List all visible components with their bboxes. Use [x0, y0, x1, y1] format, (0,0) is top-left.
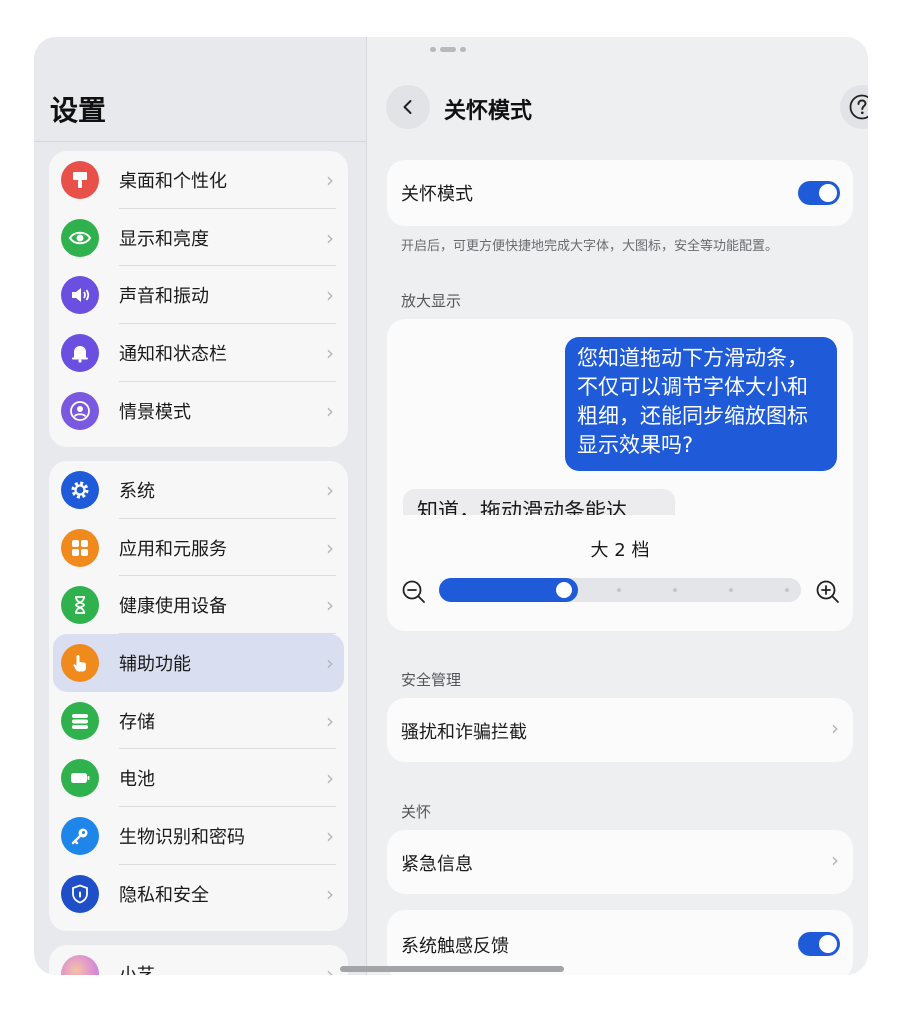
security-section-header: 安全管理	[401, 671, 462, 689]
care-mode-toggle[interactable]	[798, 181, 840, 205]
speaker-icon	[61, 276, 99, 315]
chevron-right-icon: ›	[326, 823, 334, 848]
chevron-right-icon: ›	[326, 167, 334, 192]
chevron-right-icon: ›	[326, 477, 334, 502]
shield-icon	[61, 874, 99, 913]
harass-intercept-row[interactable]: 骚扰和诈骗拦截 ›	[387, 698, 853, 762]
zoom-section-header: 放大显示	[401, 292, 462, 310]
sidebar-item-label: 小艺	[119, 961, 155, 975]
slider-tick	[729, 588, 733, 592]
preview-question-bubble: 您知道拖动下方滑动条，不仅可以调节字体大小和粗细，还能同步缩放图标显示效果吗?	[565, 337, 837, 471]
sidebar-item-system[interactable]: 系统 ›	[49, 461, 348, 519]
sidebar-item-desktop[interactable]: 桌面和个性化 ›	[49, 151, 348, 209]
sidebar-item-label: 健康使用设备	[119, 596, 227, 618]
back-button[interactable]	[386, 85, 430, 129]
sidebar-item-sound[interactable]: 声音和振动 ›	[49, 266, 348, 325]
zoom-preview-card: 您知道拖动下方滑动条，不仅可以调节字体大小和粗细，还能同步缩放图标显示效果吗? …	[387, 319, 853, 631]
sidebar-item-health-use[interactable]: 健康使用设备 ›	[49, 576, 348, 635]
home-indicator[interactable]	[340, 966, 564, 972]
help-button[interactable]	[840, 85, 868, 129]
chevron-right-icon: ›	[326, 593, 334, 618]
chevron-right-icon: ›	[326, 650, 334, 675]
care-mode-note: 开启后，可更方便快捷地完成大字体，大图标，安全等功能配置。	[401, 239, 779, 254]
gear-icon	[61, 470, 99, 509]
sidebar-item-label: 情景模式	[119, 401, 191, 423]
sidebar-item-privacy[interactable]: 隐私和安全 ›	[49, 865, 348, 923]
sidebar-item-label: 桌面和个性化	[119, 170, 227, 192]
sidebar-item-label: 声音和振动	[119, 286, 209, 308]
apps-grid-icon	[61, 528, 99, 567]
scene-icon	[61, 391, 99, 430]
chevron-right-icon: ›	[326, 961, 334, 975]
sidebar-item-label: 应用和元服务	[119, 538, 227, 560]
sidebar-title-divider	[34, 141, 366, 142]
emergency-info-row[interactable]: 紧急信息 ›	[387, 830, 853, 894]
eye-icon	[61, 218, 99, 257]
zoom-level-label: 大 2 档	[590, 540, 650, 561]
sidebar-item-display[interactable]: 显示和亮度 ›	[49, 209, 348, 267]
chevron-right-icon: ›	[326, 283, 334, 308]
sidebar-item-label: 隐私和安全	[119, 884, 209, 906]
storage-icon	[61, 701, 99, 740]
settings-group-assistant: 小艺 ›	[49, 945, 348, 975]
chevron-right-icon: ›	[326, 398, 334, 423]
slider-tick	[785, 588, 789, 592]
care-section-header: 关怀	[401, 803, 432, 821]
bell-icon	[61, 333, 99, 372]
sidebar-item-battery[interactable]: 电池 ›	[49, 749, 348, 808]
sidebar-item-label: 电池	[119, 769, 155, 791]
hourglass-icon	[61, 586, 99, 625]
chevron-right-icon: ›	[831, 716, 839, 740]
sidebar-item-label: 通知和状态栏	[119, 343, 227, 365]
sidebar-item-label: 显示和亮度	[119, 228, 209, 250]
zoom-slider[interactable]	[439, 578, 801, 602]
chevron-right-icon: ›	[326, 766, 334, 791]
slider-tick	[673, 588, 677, 592]
sidebar-item-apps[interactable]: 应用和元服务 ›	[49, 519, 348, 577]
page-title: 关怀模式	[444, 99, 533, 124]
sidebar-item-storage[interactable]: 存储 ›	[49, 692, 348, 750]
chevron-right-icon: ›	[326, 881, 334, 906]
settings-sidebar: 设置 桌面和个性化 › 显示和亮度 › 声音和振动 › 通知和状态栏 › 情景模…	[34, 37, 366, 975]
slider-tick	[617, 588, 621, 592]
sidebar-item-accessibility[interactable]: 辅助功能 ›	[53, 634, 344, 692]
sidebar-item-label: 系统	[119, 480, 155, 502]
settings-group-personal: 桌面和个性化 › 显示和亮度 › 声音和振动 › 通知和状态栏 › 情景模式 ›	[49, 151, 348, 447]
zoom-in-icon[interactable]	[815, 579, 841, 605]
sidebar-item-scene-mode[interactable]: 情景模式 ›	[49, 382, 348, 440]
paintbrush-icon	[61, 160, 99, 199]
tablet-screen: 设置 桌面和个性化 › 显示和亮度 › 声音和振动 › 通知和状态栏 › 情景模…	[34, 37, 868, 975]
sidebar-item-assistant[interactable]: 小艺 ›	[49, 945, 348, 975]
sidebar-title: 设置	[50, 94, 107, 127]
sidebar-item-label: 辅助功能	[119, 653, 191, 675]
battery-icon	[61, 759, 99, 798]
preview-fade	[387, 515, 853, 521]
assistant-icon	[61, 954, 99, 975]
care-mode-card: 关怀模式	[387, 160, 853, 226]
chevron-right-icon: ›	[326, 708, 334, 733]
haptic-feedback-label: 系统触感反馈	[401, 936, 509, 957]
sidebar-item-notifications[interactable]: 通知和状态栏 ›	[49, 324, 348, 382]
sidebar-item-label: 存储	[119, 711, 155, 733]
window-handle[interactable]	[430, 47, 466, 52]
slider-thumb[interactable]	[556, 582, 572, 598]
chevron-left-icon	[403, 100, 412, 114]
chevron-right-icon: ›	[326, 535, 334, 560]
zoom-out-icon[interactable]	[401, 579, 427, 605]
harass-intercept-label: 骚扰和诈骗拦截	[401, 722, 527, 743]
detail-pane: 关怀模式 关怀模式 开启后，可更方便快捷地完成大字体，大图标，安全等功能配置。 …	[367, 37, 868, 975]
care-mode-label: 关怀模式	[401, 184, 473, 205]
chevron-right-icon: ›	[326, 340, 334, 365]
chevron-right-icon: ›	[831, 848, 839, 872]
sidebar-item-biometrics[interactable]: 生物识别和密码 ›	[49, 807, 348, 865]
settings-group-system: 系统 › 应用和元服务 › 健康使用设备 › 辅助功能 › 存储 › 电池 › …	[49, 461, 348, 931]
key-icon	[61, 816, 99, 855]
hand-pointer-icon	[61, 643, 99, 682]
question-icon	[849, 94, 868, 120]
sidebar-item-label: 生物识别和密码	[119, 826, 245, 848]
emergency-info-label: 紧急信息	[401, 854, 473, 875]
haptic-feedback-toggle[interactable]	[798, 932, 840, 956]
chevron-right-icon: ›	[326, 225, 334, 250]
